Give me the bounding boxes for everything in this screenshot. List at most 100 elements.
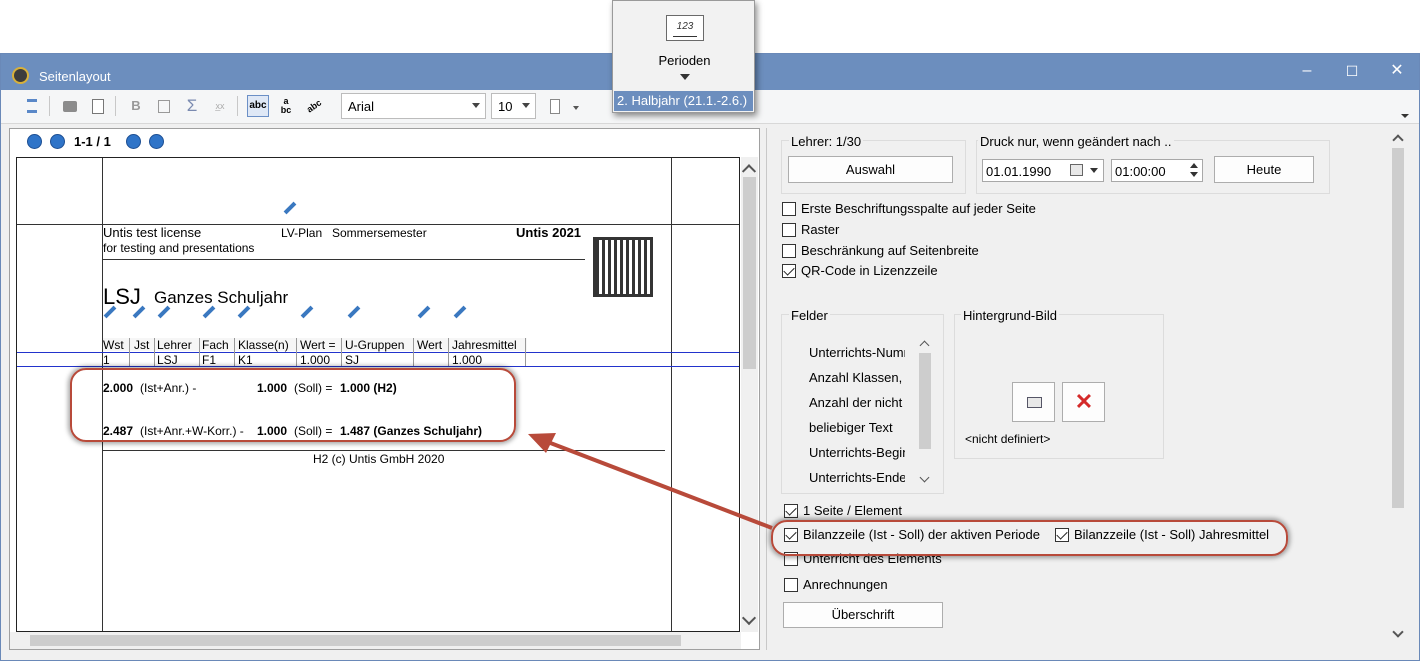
cell-wert: 1.000 [300,353,331,367]
col-divider [199,338,200,366]
col-divider [154,338,155,366]
periods-popup[interactable]: 123 Perioden 2. Halbjahr (21.1.-2.6.) [612,0,755,113]
grid-checkbox[interactable] [782,223,796,237]
pencil-icon[interactable] [283,201,297,215]
scroll-down-icon[interactable] [741,610,757,626]
chevron-down-icon [472,103,480,108]
list-item[interactable]: Unterrichts-Numm [809,345,905,360]
pencil-icon[interactable] [300,305,314,319]
scroll-down-icon[interactable] [919,472,930,483]
scroll-thumb[interactable] [919,353,931,449]
list-item[interactable]: beliebiger Text [809,420,905,435]
chevron-down-icon[interactable] [573,106,579,110]
footer-text: H2 (c) Untis GmbH 2020 [313,452,445,466]
chevron-down-icon [522,103,530,108]
list-item[interactable]: Anzahl Klassen, l [809,370,905,385]
col-divider [448,338,449,366]
periods-icon-text: 123 [676,21,694,32]
date-picker[interactable]: 01.01.1990 [982,159,1104,182]
scroll-thumb[interactable] [743,177,756,369]
pencil-icon[interactable] [417,305,431,319]
select-button[interactable]: Auswahl [788,156,953,183]
cell-ugruppen: SJ [345,353,360,367]
next-page-button[interactable] [126,134,141,149]
license-line-1: Untis test license [103,225,202,240]
background-title: Hintergrund-Bild [961,308,1059,323]
scroll-up-icon[interactable] [919,340,930,351]
first-column-checkbox[interactable] [782,202,796,216]
chevron-down-icon[interactable] [1090,168,1098,173]
print-changed-label: Druck nur, wenn geändert nach .. [978,134,1174,149]
list-item[interactable]: Anzahl der nicht v [809,395,905,410]
qr-code-checkbox[interactable] [782,264,796,278]
periods-value[interactable]: 2. Halbjahr (21.1.-2.6.) [614,91,753,111]
abc-horizontal-icon[interactable]: abc [247,95,269,117]
size-select[interactable]: 10 [491,93,536,119]
last-page-button[interactable] [149,134,164,149]
col-divider [234,338,235,366]
list-item[interactable]: Unterrichts-Ende [809,470,905,485]
cell-jahresmittel: 1.000 [452,353,483,367]
bold-icon[interactable]: B [125,95,147,117]
col-header-wst: Wst [103,338,124,352]
col-divider [296,338,297,366]
delete-x-icon: ✕ [1074,389,1094,414]
scroll-down-icon[interactable] [1392,626,1404,638]
one-page-label: 1 Seite / Element [803,503,902,518]
scroll-thumb[interactable] [30,635,681,646]
page-width-checkbox[interactable] [782,244,796,258]
calendar-icon[interactable] [1070,164,1083,176]
one-page-checkbox[interactable] [784,504,798,518]
list-scrollbar[interactable] [916,336,934,488]
print-preview-icon[interactable] [87,95,109,117]
preview-vertical-scrollbar[interactable] [741,157,758,632]
cell-wst: 1 [103,353,110,367]
fields-list[interactable]: Unterrichts-Numm Anzahl Klassen, l Anzah… [803,336,938,488]
preview-balance-highlight [70,368,516,442]
prev-page-button[interactable] [50,134,65,149]
abc-vertical-icon[interactable]: a bc [275,95,297,117]
close-button[interactable]: ✕ [1377,60,1417,82]
overflow-chevron-icon[interactable] [1401,114,1409,118]
preview-horizontal-scrollbar[interactable] [10,632,741,649]
heading-button[interactable]: Überschrift [783,602,943,628]
abc-diagonal-icon[interactable]: abc [299,91,330,122]
semester-label: Sommersemester [332,226,427,240]
col-header-klasse: Klasse(n) [238,338,289,352]
time-stepper[interactable]: 01:00:00 [1111,159,1203,182]
sum-icon[interactable]: Σ [181,95,203,117]
settings-pane: Lehrer: 1/30 Auswahl Druck nur, wenn geä… [766,128,1409,650]
scroll-up-icon[interactable] [1392,134,1404,146]
first-page-button[interactable] [27,134,42,149]
font-value: Arial [348,99,375,114]
layout-window: Seitenlayout – ☐ ✕ B Σ x̲x abc a bc abc A… [0,53,1420,661]
pencil-icon[interactable] [347,305,361,319]
minimize-button[interactable]: – [1287,60,1327,82]
text-block-icon[interactable] [153,95,175,117]
col-divider [525,338,526,366]
open-image-button[interactable] [1012,382,1055,422]
blue-guide-top [17,352,739,353]
periods-icon: 123 [666,15,704,41]
delete-image-button[interactable]: ✕ [1062,382,1105,422]
periods-label: Perioden [658,53,711,68]
print-icon[interactable] [59,95,81,117]
split-icon[interactable]: x̲x [209,95,231,117]
spin-down-icon[interactable] [1190,172,1198,177]
settings-scrollbar[interactable] [1389,128,1407,648]
col-header-lehrer: Lehrer [157,338,192,352]
maximize-button[interactable]: ☐ [1332,60,1372,82]
font-select[interactable]: Arial [341,93,486,119]
first-column-label: Erste Beschriftungsspalte auf jeder Seit… [801,201,1036,216]
toolbar-separator [237,96,238,116]
spin-up-icon[interactable] [1190,163,1198,168]
chevron-down-icon[interactable] [680,74,690,80]
credits-checkbox[interactable] [784,578,798,592]
teacher-count: Lehrer: 1/30 [789,134,864,149]
layout-icon[interactable] [21,95,43,117]
scroll-thumb[interactable] [1392,148,1404,508]
pencil-icon[interactable] [453,305,467,319]
list-item[interactable]: Unterrichts-Begin [809,445,905,460]
today-button[interactable]: Heute [1214,156,1314,183]
format-icon[interactable] [544,95,566,117]
